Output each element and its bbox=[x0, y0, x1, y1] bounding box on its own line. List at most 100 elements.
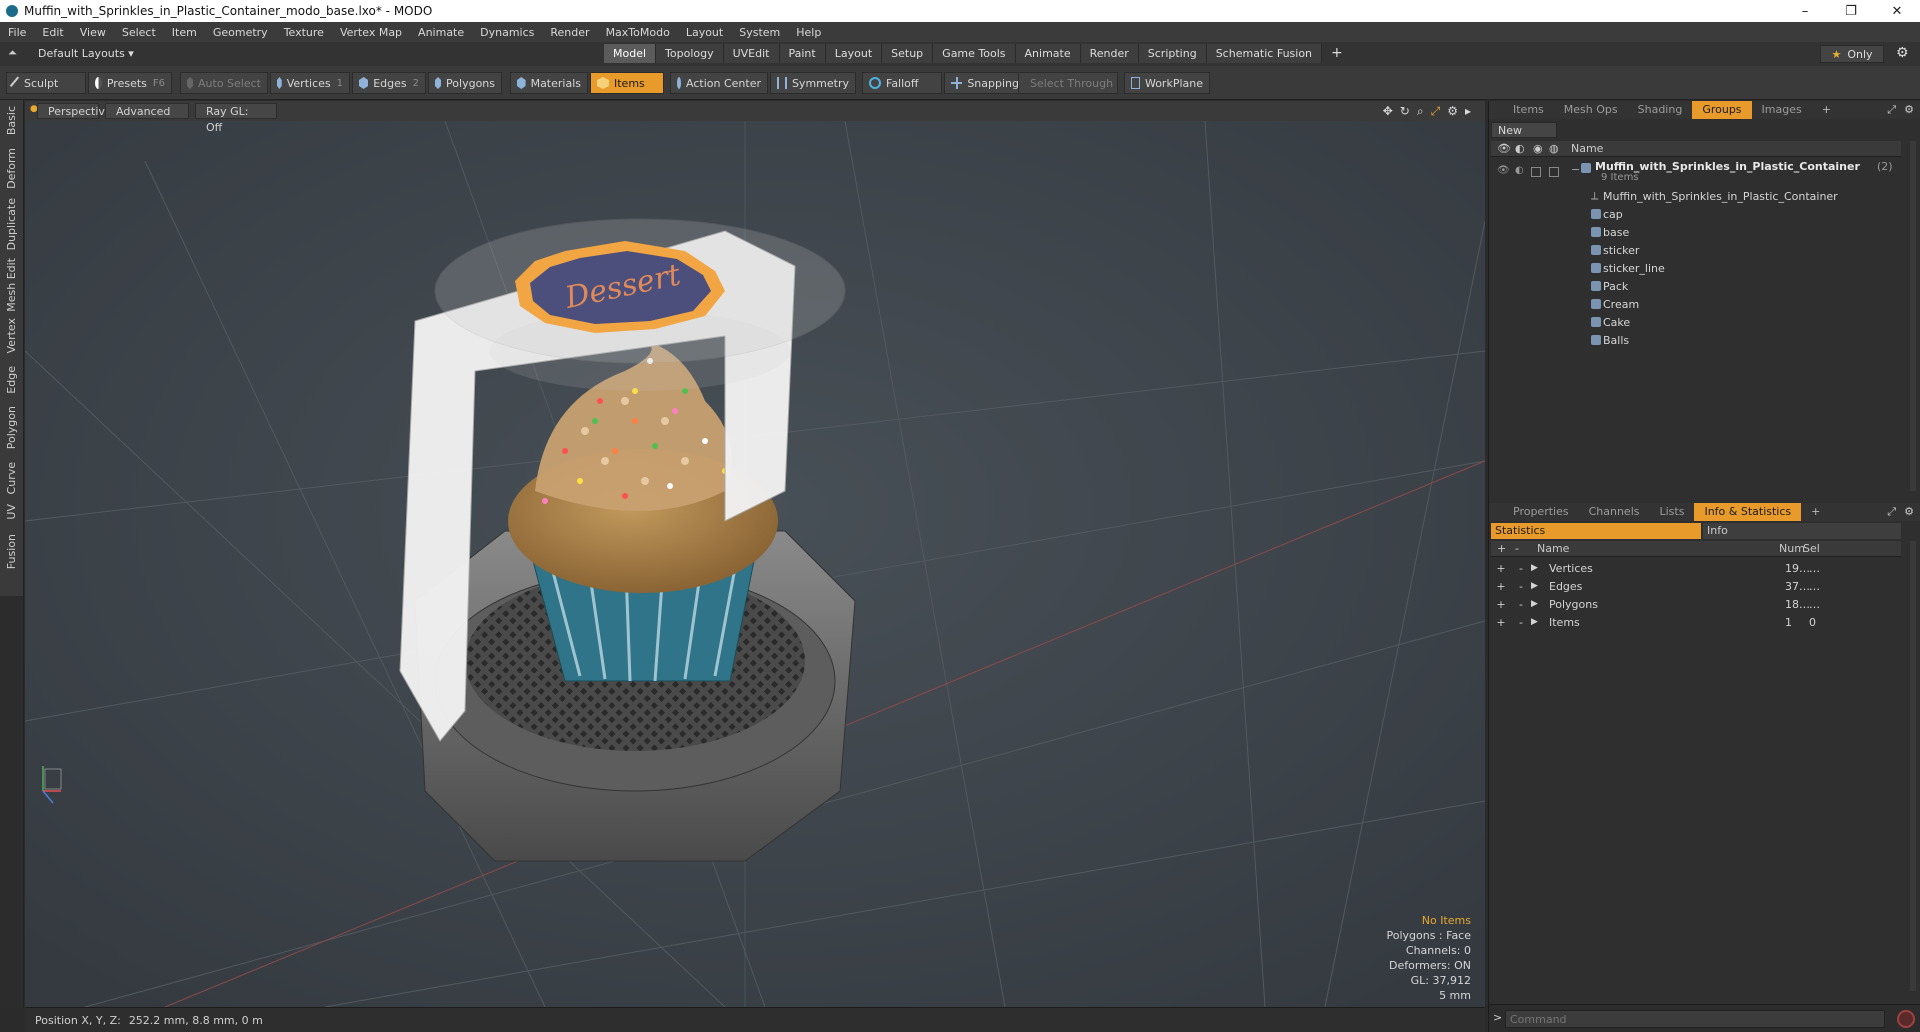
menu-item[interactable]: Item bbox=[164, 26, 205, 39]
tab-properties[interactable]: Properties bbox=[1503, 503, 1579, 521]
groups-scrollbar[interactable] bbox=[1910, 141, 1916, 491]
tab-mesh-ops[interactable]: Mesh Ops bbox=[1554, 101, 1628, 119]
items-button[interactable]: Items bbox=[590, 72, 664, 94]
stats-row-polygons[interactable]: + - ▶ Polygons 18… … bbox=[1491, 595, 1901, 613]
tree-item-cap[interactable]: cap bbox=[1491, 205, 1901, 223]
left-tab-uv[interactable]: UV bbox=[5, 504, 18, 520]
snapping-button[interactable]: Snapping bbox=[944, 72, 1026, 94]
panel-expand-icon[interactable]: ⤢ bbox=[1887, 505, 1896, 519]
render-col-icon[interactable]: ◐ bbox=[1515, 142, 1525, 155]
left-tab-curve[interactable]: Curve bbox=[5, 462, 18, 494]
group-visibility-icon[interactable]: 👁 bbox=[1497, 165, 1510, 176]
info-subtab[interactable]: Info bbox=[1703, 523, 1901, 539]
edges-button[interactable]: Edges 2 bbox=[352, 72, 426, 94]
left-tab-vertex[interactable]: Vertex bbox=[5, 318, 18, 353]
panel-settings-icon[interactable]: ⚙ bbox=[1904, 103, 1914, 116]
tab-channels[interactable]: Channels bbox=[1579, 503, 1650, 521]
command-input[interactable] bbox=[1505, 1010, 1885, 1028]
group-row[interactable]: 👁 ◐ − Muffin_with_Sprinkles_in_Plastic_C… bbox=[1491, 159, 1901, 185]
remove-icon[interactable]: - bbox=[1511, 616, 1531, 629]
menu-system[interactable]: System bbox=[731, 26, 788, 39]
stats-row-vertices[interactable]: + - ▶ Vertices 19… … bbox=[1491, 559, 1901, 577]
stats-num-header[interactable]: Num bbox=[1779, 542, 1805, 555]
select-col-icon[interactable]: ◍ bbox=[1549, 142, 1559, 155]
tab-lists[interactable]: Lists bbox=[1650, 503, 1695, 521]
perspective-button[interactable]: Perspective bbox=[37, 103, 112, 119]
tree-item-cream[interactable]: Cream bbox=[1491, 295, 1901, 313]
advanced-button[interactable]: Advanced bbox=[105, 103, 189, 119]
menu-geometry[interactable]: Geometry bbox=[205, 26, 276, 39]
menu-layout[interactable]: Layout bbox=[678, 26, 731, 39]
add-icon[interactable]: + bbox=[1491, 580, 1511, 593]
expand-icon[interactable]: ▶ bbox=[1531, 563, 1545, 573]
action-center-button[interactable]: Action Center bbox=[670, 72, 768, 94]
close-button[interactable]: ✕ bbox=[1874, 0, 1920, 22]
gear-icon[interactable]: ⚙ bbox=[1896, 45, 1909, 61]
minimize-button[interactable]: – bbox=[1782, 0, 1828, 22]
stats-scrollbar[interactable] bbox=[1910, 541, 1916, 991]
sculpt-button[interactable]: Sculpt bbox=[6, 72, 86, 94]
group-render-icon[interactable]: ◐ bbox=[1515, 165, 1524, 176]
menu-dynamics[interactable]: Dynamics bbox=[472, 26, 542, 39]
fit-view-icon[interactable]: ⤢ bbox=[1431, 104, 1441, 119]
left-tab-fusion[interactable]: Fusion bbox=[5, 534, 18, 569]
tab-schematic-fusion[interactable]: Schematic Fusion bbox=[1206, 44, 1323, 63]
menu-edit[interactable]: Edit bbox=[34, 26, 71, 39]
expand-icon[interactable]: ▶ bbox=[1531, 617, 1545, 627]
statistics-subtab[interactable]: Statistics bbox=[1491, 523, 1701, 539]
tab-topology[interactable]: Topology bbox=[656, 44, 724, 63]
move-view-icon[interactable]: ✥ bbox=[1383, 104, 1393, 119]
tab-groups[interactable]: Groups bbox=[1692, 101, 1752, 119]
stats-sel-header[interactable]: Sel bbox=[1803, 542, 1820, 555]
left-tab-mesh-edit[interactable]: Mesh Edit bbox=[5, 258, 18, 312]
left-tab-edge[interactable]: Edge bbox=[5, 366, 18, 394]
layout-menu-icon[interactable]: ⏶ bbox=[8, 46, 17, 60]
tab-items[interactable]: Items bbox=[1503, 101, 1554, 119]
menu-texture[interactable]: Texture bbox=[276, 26, 332, 39]
menu-render[interactable]: Render bbox=[542, 26, 597, 39]
visibility-col-icon[interactable]: 👁 bbox=[1497, 142, 1511, 155]
add-icon[interactable]: + bbox=[1491, 616, 1511, 629]
menu-animate[interactable]: Animate bbox=[410, 26, 472, 39]
menu-help[interactable]: Help bbox=[788, 26, 829, 39]
tab-model[interactable]: Model bbox=[604, 44, 657, 63]
select-through-button[interactable]: Select Through bbox=[1018, 72, 1118, 94]
tree-item-base[interactable]: base bbox=[1491, 223, 1901, 241]
remove-icon[interactable]: - bbox=[1511, 580, 1531, 593]
tree-item-balls[interactable]: Balls bbox=[1491, 331, 1901, 349]
record-macro-icon[interactable] bbox=[1897, 1010, 1915, 1028]
3d-viewport[interactable]: Dessert ● Perspective Advanced Ray GL: O… bbox=[25, 101, 1485, 1007]
expand-all-icon[interactable]: + bbox=[1497, 542, 1506, 555]
remove-icon[interactable]: - bbox=[1511, 562, 1531, 575]
add-icon[interactable]: + bbox=[1491, 598, 1511, 611]
tab-uvedit[interactable]: UVEdit bbox=[723, 44, 780, 63]
viewport-expand-icon[interactable]: ▸ bbox=[1465, 104, 1471, 119]
tab-scripting[interactable]: Scripting bbox=[1138, 44, 1207, 63]
menu-file[interactable]: File bbox=[0, 26, 34, 39]
menu-vertex-map[interactable]: Vertex Map bbox=[332, 26, 410, 39]
add-panel-tab-icon[interactable]: + bbox=[1812, 101, 1841, 119]
tree-item-sticker-line[interactable]: sticker_line bbox=[1491, 259, 1901, 277]
group-select-box[interactable] bbox=[1549, 167, 1559, 177]
tree-item-locator[interactable]: ⟂ Muffin_with_Sprinkles_in_Plastic_Conta… bbox=[1491, 187, 1901, 205]
stats-row-edges[interactable]: + - ▶ Edges 37… … bbox=[1491, 577, 1901, 595]
tab-render[interactable]: Render bbox=[1080, 44, 1139, 63]
lock-col-icon[interactable]: ◉ bbox=[1533, 142, 1543, 155]
viewport-settings-icon[interactable]: ⚙ bbox=[1447, 104, 1458, 119]
add-tab-button[interactable]: + bbox=[1322, 44, 1352, 63]
vertices-button[interactable]: Vertices 1 bbox=[270, 72, 350, 94]
presets-button[interactable]: Presets F6 bbox=[88, 72, 172, 94]
layout-selector[interactable]: Default Layouts ▾ bbox=[38, 47, 134, 60]
group-collapse-icon[interactable]: − bbox=[1571, 163, 1580, 176]
left-tab-polygon[interactable]: Polygon bbox=[5, 406, 18, 449]
falloff-button[interactable]: Falloff bbox=[862, 72, 942, 94]
tab-layout[interactable]: Layout bbox=[825, 44, 883, 63]
stats-name-header[interactable]: Name bbox=[1537, 542, 1569, 555]
panel-expand-icon[interactable]: ⤢ bbox=[1887, 103, 1896, 117]
rotate-view-icon[interactable]: ↻ bbox=[1400, 104, 1410, 119]
left-tab-deform[interactable]: Deform bbox=[5, 148, 18, 189]
tab-setup[interactable]: Setup bbox=[882, 44, 934, 63]
panel-settings-icon[interactable]: ⚙ bbox=[1904, 505, 1914, 518]
tree-item-sticker[interactable]: sticker bbox=[1491, 241, 1901, 259]
symmetry-button[interactable]: Symmetry bbox=[770, 72, 856, 94]
